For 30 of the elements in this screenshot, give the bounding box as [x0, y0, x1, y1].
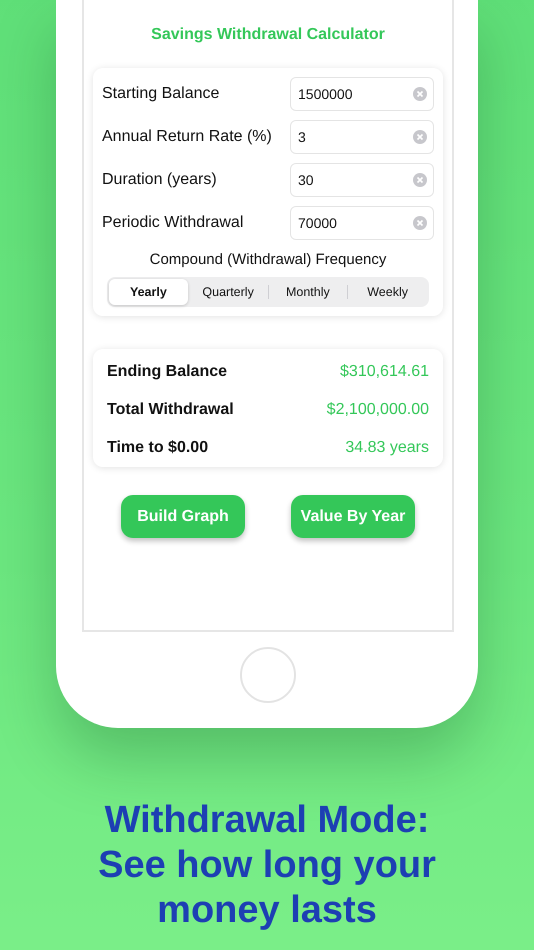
clear-icon[interactable]: [413, 130, 427, 144]
field-value: 1500000: [298, 86, 353, 102]
input-field[interactable]: 3: [290, 120, 434, 154]
result-value: $2,100,000.00: [326, 401, 429, 419]
input-field[interactable]: 1500000: [290, 77, 434, 111]
frequency-label: Compound (Withdrawal) Frequency: [148, 251, 388, 268]
field-value: 70000: [298, 215, 337, 231]
field-label: Starting Balance: [102, 85, 220, 103]
field-label: Annual Return Rate (%): [102, 128, 272, 146]
result-value: 34.83 years: [345, 439, 429, 457]
field-value: 30: [298, 172, 314, 188]
result-label: Time to $0.00: [107, 439, 208, 457]
field-label: Duration (years): [102, 171, 217, 189]
field-label: Periodic Withdrawal: [102, 214, 244, 232]
clear-icon[interactable]: [413, 173, 427, 187]
input-field[interactable]: 30: [290, 163, 434, 197]
home-button[interactable]: [240, 647, 296, 703]
screen-title: Savings Withdrawal Calculator: [151, 26, 385, 44]
clear-icon[interactable]: [413, 216, 427, 230]
result-value: $310,614.61: [340, 363, 429, 381]
input-field[interactable]: 70000: [290, 206, 434, 240]
segment-option[interactable]: Quarterly: [188, 279, 268, 305]
segment-option[interactable]: Yearly: [109, 279, 188, 305]
field-value: 3: [298, 129, 306, 145]
result-label: Total Withdrawal: [107, 401, 234, 419]
result-label: Ending Balance: [107, 363, 228, 381]
segment-option[interactable]: Weekly: [348, 279, 427, 305]
caption-text: Withdrawal Mode: See how long your money lasts: [97, 798, 437, 933]
segment-option[interactable]: Monthly: [268, 279, 348, 305]
clear-icon[interactable]: [413, 87, 427, 101]
